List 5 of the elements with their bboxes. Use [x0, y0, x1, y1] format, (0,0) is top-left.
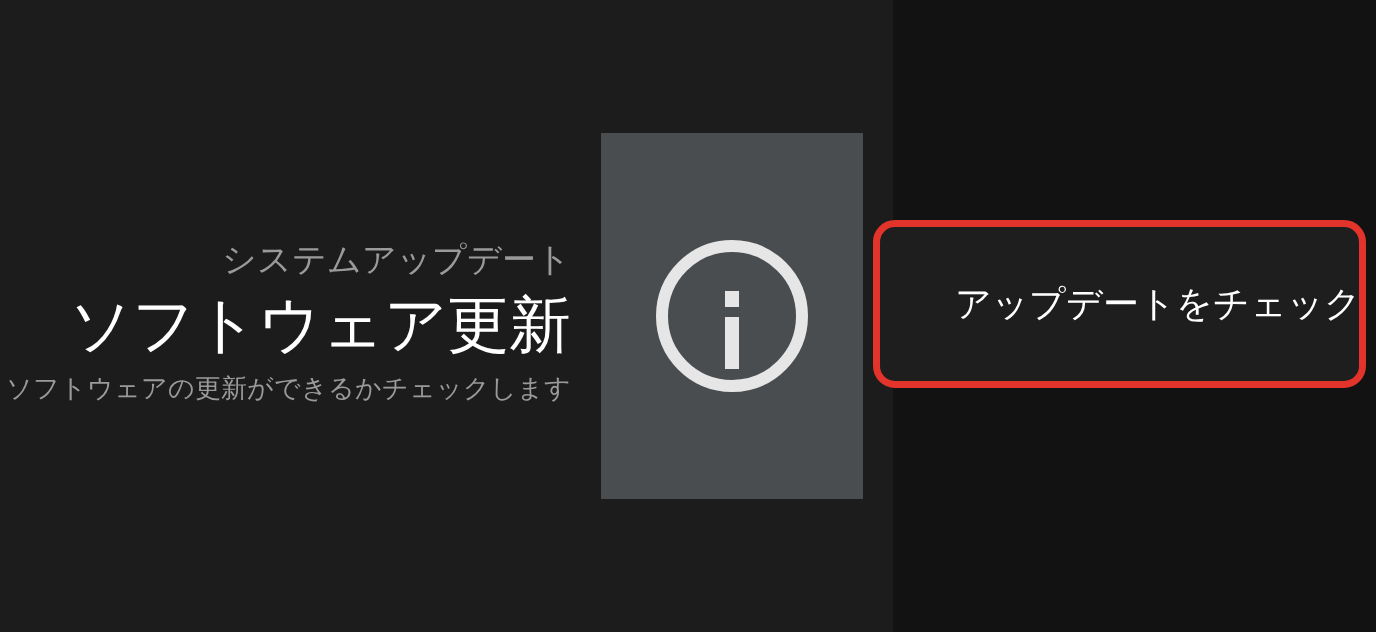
page-description: ソフトウェアの更新ができるかチェックします — [6, 371, 571, 405]
info-icon — [655, 239, 809, 393]
menu-item[interactable]: アップデートをチェック — [873, 220, 1366, 388]
category-label: システムアップデート — [222, 237, 571, 281]
page-title: ソフトウェア更新 — [69, 287, 571, 364]
